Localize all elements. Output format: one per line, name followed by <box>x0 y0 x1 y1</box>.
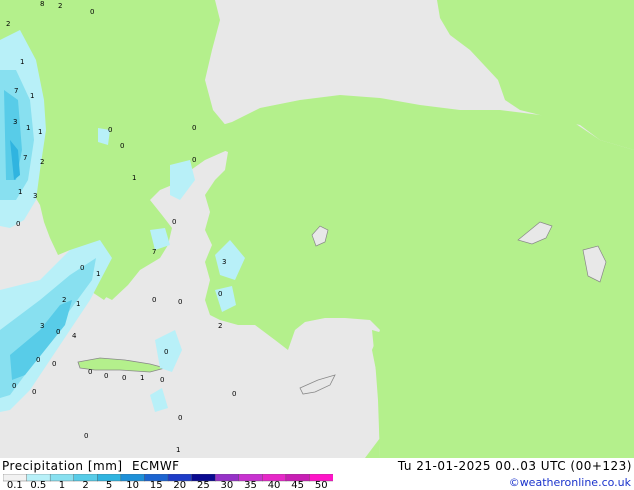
precip-value-label: 0 <box>152 296 156 304</box>
precip-value-label: 0 <box>32 388 36 396</box>
precip-value-label: 1 <box>76 300 80 308</box>
precip-value-label: 0 <box>56 328 60 336</box>
scale-tick-label: 0.1 <box>6 480 23 490</box>
precip-value-label: 0 <box>90 8 94 16</box>
precip-value-label: 1 <box>96 270 100 278</box>
scale-tick-label: 10 <box>126 480 140 490</box>
precip-value-label: 0 <box>52 360 56 368</box>
precip-value-label: 0 <box>122 374 126 382</box>
precip-value-label: 2 <box>218 322 222 330</box>
precip-value-label: 0 <box>178 298 182 306</box>
precip-value-label: 8 <box>40 0 44 8</box>
precip-value-label: 0 <box>232 390 236 398</box>
precip-value-label: 2 <box>6 20 10 28</box>
precip-value-label: 0 <box>192 124 196 132</box>
precip-value-label: 0 <box>16 220 20 228</box>
precip-value-label: 0 <box>88 368 92 376</box>
scale-tick-label: 40 <box>267 480 281 490</box>
map-title: Precipitation [mm] <box>2 459 123 473</box>
precip-value-label: 1 <box>18 188 22 196</box>
scale-tick-label: 35 <box>244 480 257 490</box>
scale-tick-label: 25 <box>196 480 210 490</box>
precip-value-label: 0 <box>12 382 16 390</box>
precip-value-label: 0 <box>218 290 222 298</box>
precip-value-label: 3 <box>13 118 17 126</box>
credit-link[interactable]: ©weatheronline.co.uk <box>509 476 631 489</box>
precip-value-label: 3 <box>40 322 44 330</box>
precip-value-label: 2 <box>40 158 44 166</box>
precip-value-label: 3 <box>222 258 226 266</box>
precipitation-map-view: 2810271311721300000103710213040000000100… <box>0 0 634 490</box>
color-scale-ticks: 0.1 0.5 1 2 5 10 15 20 25 30 35 40 45 50 <box>3 474 333 490</box>
scale-tick-label: 20 <box>173 480 187 490</box>
valid-time: Tu 21-01-2025 00..03 UTC (00+123) <box>397 459 632 473</box>
precip-value-label: 0 <box>192 156 196 164</box>
precip-value-label: 0 <box>178 414 182 422</box>
precip-value-label: 0 <box>80 264 84 272</box>
precip-value-label: 0 <box>172 218 176 226</box>
precip-value-label: 7 <box>152 248 156 256</box>
precip-value-label: 0 <box>104 372 108 380</box>
precip-value-label: 0 <box>164 348 168 356</box>
precip-value-label: 7 <box>14 87 18 95</box>
land-levant <box>372 330 634 458</box>
precip-value-label: 3 <box>33 192 37 200</box>
scale-tick-label: 45 <box>291 480 305 490</box>
precip-value-label: 0 <box>160 376 164 384</box>
precip-value-label: 0 <box>120 142 124 150</box>
scale-tick-label: 2 <box>82 480 89 490</box>
precip-value-label: 1 <box>20 58 24 66</box>
scale-tick-label: 50 <box>314 480 328 490</box>
precip-value-label: 2 <box>58 2 62 10</box>
precip-value-label: 0 <box>36 356 40 364</box>
precip-value-label: 0 <box>108 126 112 134</box>
precip-value-label: 1 <box>140 374 144 382</box>
precip-value-label: 1 <box>132 174 136 182</box>
scale-tick-label: 30 <box>220 480 234 490</box>
scale-tick-label: 1 <box>58 480 66 490</box>
precip-value-label: 1 <box>26 124 30 132</box>
precip-value-label: 1 <box>176 446 180 454</box>
scale-tick-label: 5 <box>105 480 113 490</box>
precip-value-label: 7 <box>23 154 27 162</box>
precip-value-label: 0 <box>84 432 88 440</box>
precip-value-label: 2 <box>62 296 66 304</box>
scale-tick-label: 15 <box>149 480 163 490</box>
map-footer: Precipitation [mm] ECMWF Tu 21-01-2025 0… <box>0 458 634 490</box>
precip-value-label: 4 <box>72 332 77 340</box>
model-name: ECMWF <box>132 459 180 473</box>
precip-value-label: 1 <box>38 128 42 136</box>
precip-value-label: 1 <box>30 92 34 100</box>
scale-tick-label: 0.5 <box>30 480 47 490</box>
weather-map[interactable]: 281027131 17 21 3000001037102 130 40 0000 0 0 100… <box>0 0 634 458</box>
